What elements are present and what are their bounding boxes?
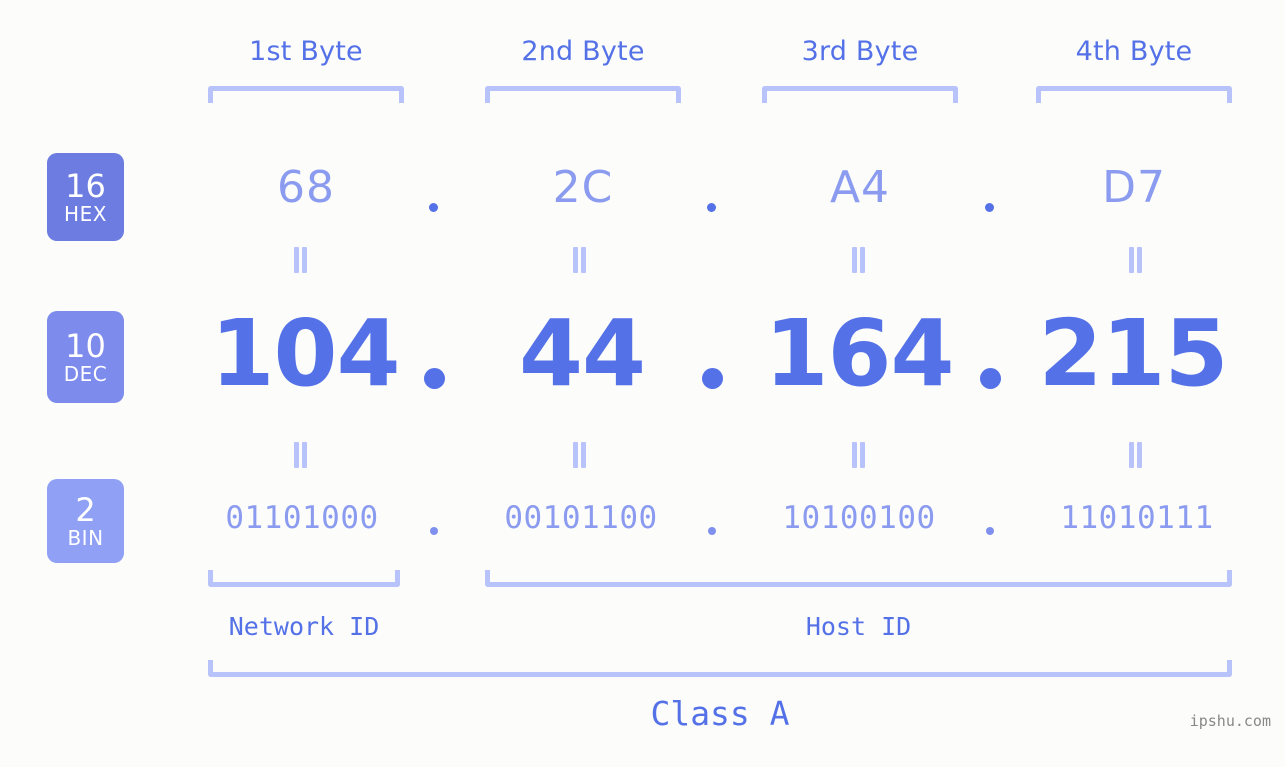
radix-badge-dec-unit: DEC — [63, 362, 108, 386]
equals-icon-dec-bin-1 — [293, 442, 308, 468]
radix-badge-hex-unit: HEX — [64, 202, 107, 226]
bin-byte-3: 10100100 — [782, 500, 936, 536]
bin-separator-dot-1 — [430, 527, 438, 535]
hex-byte-4: D7 — [1102, 162, 1166, 213]
hex-byte-2: 2C — [552, 162, 614, 213]
hex-byte-3: A4 — [829, 162, 891, 213]
bin-byte-2: 00101100 — [504, 500, 658, 536]
bin-byte-1: 01101000 — [225, 500, 379, 536]
hex-separator-dot-2 — [707, 203, 716, 212]
dec-separator-dot-3 — [980, 368, 1001, 389]
radix-badge-bin-number: 2 — [75, 491, 96, 529]
byte-bracket-4 — [1036, 86, 1232, 103]
ip-byte-diagram: 1st Byte 2nd Byte 3rd Byte 4th Byte 16 H… — [0, 0, 1285, 767]
equals-icon-hex-dec-1 — [293, 247, 308, 273]
equals-icon-dec-bin-2 — [572, 442, 587, 468]
equals-icon-dec-bin-4 — [1128, 442, 1143, 468]
class-bracket — [208, 660, 1232, 677]
dec-byte-4: 215 — [1038, 300, 1228, 407]
dec-byte-3: 164 — [764, 300, 954, 407]
byte-header-2: 2nd Byte — [521, 36, 645, 67]
byte-header-3: 3rd Byte — [801, 36, 919, 67]
equals-icon-hex-dec-4 — [1128, 247, 1143, 273]
byte-bracket-1 — [208, 86, 404, 103]
hex-separator-dot-1 — [429, 203, 438, 212]
byte-bracket-3 — [762, 86, 958, 103]
radix-badge-bin: 2 BIN — [47, 479, 124, 563]
network-id-label: Network ID — [228, 612, 380, 641]
dec-byte-1: 104 — [210, 300, 400, 407]
radix-badge-hex-number: 16 — [65, 167, 106, 205]
hex-byte-1: 68 — [277, 162, 335, 213]
network-id-bracket — [208, 570, 400, 587]
radix-badge-hex: 16 HEX — [47, 153, 124, 241]
equals-icon-dec-bin-3 — [851, 442, 866, 468]
dec-separator-dot-1 — [424, 368, 445, 389]
equals-icon-hex-dec-3 — [851, 247, 866, 273]
radix-badge-bin-unit: BIN — [67, 526, 104, 550]
radix-badge-dec-number: 10 — [65, 327, 106, 365]
hex-separator-dot-3 — [985, 203, 994, 212]
dec-separator-dot-2 — [702, 368, 723, 389]
byte-header-4: 4th Byte — [1075, 36, 1193, 67]
byte-header-1: 1st Byte — [249, 36, 363, 67]
watermark: ipshu.com — [1189, 712, 1271, 730]
host-id-label: Host ID — [805, 612, 912, 641]
bin-separator-dot-3 — [986, 527, 994, 535]
byte-bracket-2 — [485, 86, 681, 103]
bin-byte-4: 11010111 — [1060, 500, 1214, 536]
bin-separator-dot-2 — [708, 527, 716, 535]
host-id-bracket — [485, 570, 1232, 587]
dec-byte-2: 44 — [518, 300, 646, 407]
equals-icon-hex-dec-2 — [572, 247, 587, 273]
class-label: Class A — [650, 694, 790, 733]
radix-badge-dec: 10 DEC — [47, 311, 124, 403]
